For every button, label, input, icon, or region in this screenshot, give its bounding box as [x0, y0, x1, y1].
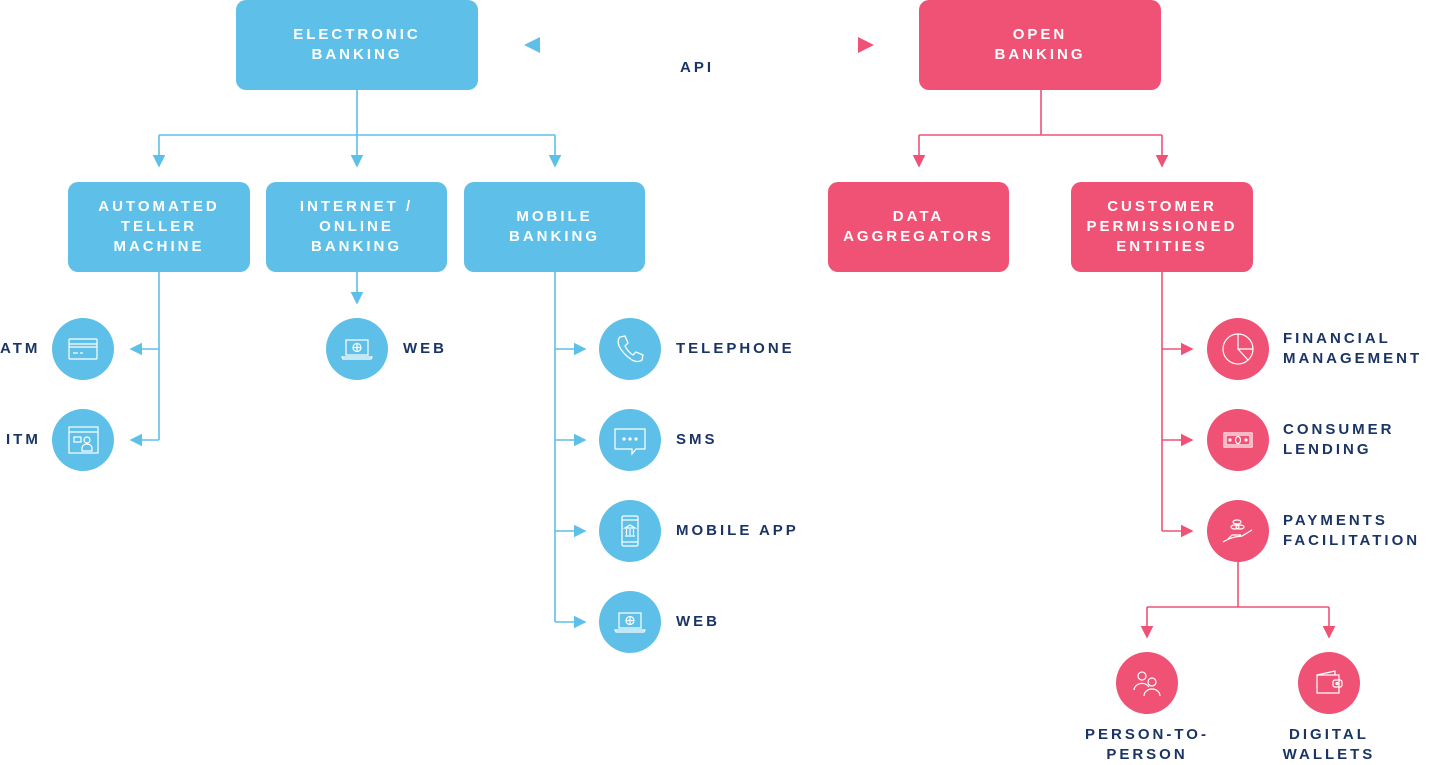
label-line: DIGITAL: [1289, 726, 1369, 743]
box-line: BANKING: [994, 46, 1086, 63]
label-line: MANAGEMENT: [1283, 350, 1423, 367]
box-line: DATA: [892, 208, 945, 225]
atm-category-box: AUTOMATED TELLER MACHINE: [68, 182, 250, 272]
mobile-bank-icon: [599, 500, 661, 562]
box-line: AGGREGATORS: [843, 228, 994, 245]
open-lines: [912, 90, 1336, 639]
sms-label: SMS: [676, 431, 718, 448]
box-line: TELLER: [120, 218, 198, 235]
online-banking-box: INTERNET / ONLINE BANKING: [266, 182, 447, 272]
box-line: OPEN: [1012, 26, 1068, 43]
mobile-banking-box: MOBILE BANKING: [464, 182, 645, 272]
label-line: LENDING: [1283, 441, 1372, 458]
telephone-label: TELEPHONE: [676, 340, 795, 357]
people-icon: [1116, 652, 1178, 714]
box-line: ELECTRONIC: [293, 26, 421, 43]
box-line: ONLINE: [319, 218, 394, 235]
chat-bubble-icon: [599, 409, 661, 471]
itm-label: ITM: [6, 431, 41, 448]
box-line: MOBILE: [516, 208, 593, 225]
box-line: PERMISSIONED: [1086, 218, 1238, 235]
box-line: MACHINE: [113, 238, 205, 255]
hand-coins-icon: [1207, 500, 1269, 562]
video-teller-icon: [52, 409, 114, 471]
laptop-globe-icon: [326, 318, 388, 380]
label-line: FACILITATION: [1283, 532, 1421, 549]
api-label: API: [680, 59, 715, 76]
electronic-banking-box: ELECTRONIC BANKING: [236, 0, 478, 90]
digital-wallets-label: DIGITAL WALLETS: [1249, 725, 1409, 765]
box-line: CUSTOMER: [1107, 198, 1217, 215]
wallet-icon: [1298, 652, 1360, 714]
box-line: BANKING: [311, 238, 402, 255]
banknote-icon: [1207, 409, 1269, 471]
box-line: BANKING: [311, 46, 403, 63]
box-line: BANKING: [509, 228, 600, 245]
box-line: ENTITIES: [1116, 238, 1208, 255]
box-line: AUTOMATED: [98, 198, 220, 215]
atm-label: ATM: [0, 340, 41, 357]
customer-permissioned-entities-box: CUSTOMER PERMISSIONED ENTITIES: [1071, 182, 1253, 272]
label-line: PAYMENTS: [1283, 512, 1388, 529]
label-line: WALLETS: [1282, 746, 1376, 763]
data-aggregators-box: DATA AGGREGATORS: [828, 182, 1009, 272]
box-line: INTERNET /: [299, 198, 414, 215]
label-line: CONSUMER: [1283, 421, 1395, 438]
person-to-person-label: PERSON-TO- PERSON: [1067, 725, 1227, 765]
financial-management-label: FINANCIAL MANAGEMENT: [1283, 329, 1422, 369]
pie-chart-icon: [1207, 318, 1269, 380]
label-line: PERSON-TO-: [1085, 726, 1209, 743]
open-banking-box: OPEN BANKING: [919, 0, 1161, 90]
laptop-globe-icon: [599, 591, 661, 653]
payments-facilitation-label: PAYMENTS FACILITATION: [1283, 511, 1420, 551]
label-line: FINANCIAL: [1283, 330, 1391, 347]
credit-card-icon: [52, 318, 114, 380]
mobile-web-label: WEB: [676, 613, 720, 630]
connector-lines: [129, 37, 1336, 639]
web-label: WEB: [403, 340, 447, 357]
mobile-app-label: MOBILE APP: [676, 522, 799, 539]
telephone-icon: [599, 318, 661, 380]
label-line: PERSON: [1106, 746, 1188, 763]
consumer-lending-label: CONSUMER LENDING: [1283, 420, 1395, 460]
